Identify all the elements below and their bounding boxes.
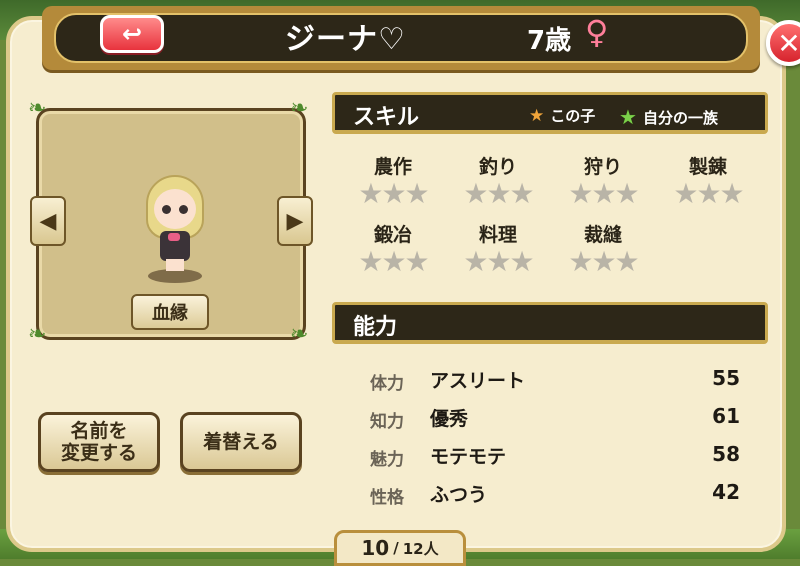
skills-title: スキル — [353, 105, 420, 130]
skill-label: 狩り — [583, 156, 622, 178]
legend-child: ★ この子 — [529, 105, 595, 126]
back-button[interactable]: ↩ — [100, 15, 164, 53]
skill-stars: ★★★ — [673, 177, 744, 210]
page-current: 10 — [361, 536, 390, 560]
leaf-icon: ❧ — [290, 96, 309, 121]
back-arrow-icon: ↩ — [121, 20, 143, 48]
lineage-button[interactable]: 血縁 — [131, 294, 209, 330]
skill-stars: ★★★ — [358, 177, 429, 210]
stat-name: 体力 — [370, 374, 404, 394]
skill-label: 鍛冶 — [373, 224, 412, 246]
skills-header: スキル ★ この子 ★ 自分の一族 — [332, 92, 768, 134]
stat-value: 55 — [712, 366, 740, 390]
page-indicator: 10 / 12人 — [334, 530, 466, 566]
skill-stars: ★★★ — [463, 245, 534, 278]
skill-label: 裁縫 — [583, 224, 622, 246]
skill-stars: ★★★ — [568, 245, 639, 278]
page-separator: / — [393, 539, 399, 557]
star-orange-icon: ★ — [529, 105, 545, 126]
skill-stars: ★★★ — [358, 245, 429, 278]
rename-button[interactable]: 名前を 変更する — [38, 412, 160, 472]
change-clothes-button[interactable]: 着替える — [180, 412, 302, 472]
next-character-button[interactable]: ▶ — [277, 196, 313, 246]
stat-description: アスリート — [430, 370, 526, 392]
lineage-label: 血縁 — [152, 303, 188, 324]
stat-value: 58 — [712, 442, 740, 466]
rename-label-line1: 名前を — [70, 420, 128, 442]
character-age: 7歳 — [527, 26, 572, 56]
close-icon: ✕ — [777, 26, 800, 60]
change-clothes-label: 着替える — [203, 431, 279, 453]
leaf-icon: ❧ — [28, 322, 47, 347]
triangle-right-icon: ▶ — [286, 208, 304, 234]
skill-stars: ★★★ — [463, 177, 534, 210]
stat-value: 42 — [712, 480, 740, 504]
abilities-title: 能力 — [353, 315, 398, 340]
previous-character-button[interactable]: ◀ — [30, 196, 66, 246]
skill-label: 料理 — [478, 224, 517, 246]
stat-description: モテモテ — [430, 446, 507, 468]
stat-description: ふつう — [430, 484, 488, 506]
star-green-icon: ★ — [619, 105, 637, 129]
leaf-icon: ❧ — [28, 96, 47, 121]
abilities-header: 能力 — [332, 302, 768, 344]
character-avatar — [140, 175, 210, 283]
skill-label: 製錬 — [688, 156, 727, 178]
stat-name: 知力 — [370, 412, 404, 432]
stat-description: 優秀 — [430, 408, 469, 430]
legend-child-label: この子 — [550, 107, 596, 125]
leaf-icon: ❧ — [290, 322, 309, 347]
stat-value: 61 — [712, 404, 740, 428]
skill-stars: ★★★ — [568, 177, 639, 210]
skill-label: 農作 — [373, 156, 412, 178]
page-total: 12人 — [402, 539, 439, 558]
stat-name: 性格 — [370, 488, 404, 508]
rename-label-line2: 変更する — [60, 442, 137, 464]
female-icon: ♀ — [585, 13, 609, 51]
character-name: ジーナ♡ — [285, 22, 406, 57]
legend-clan-label: 自分の一族 — [642, 108, 718, 127]
stat-name: 魅力 — [370, 450, 404, 470]
skill-label: 釣り — [478, 156, 517, 178]
triangle-left-icon: ◀ — [39, 208, 57, 234]
legend-clan: ★ 自分の一族 — [619, 105, 718, 129]
